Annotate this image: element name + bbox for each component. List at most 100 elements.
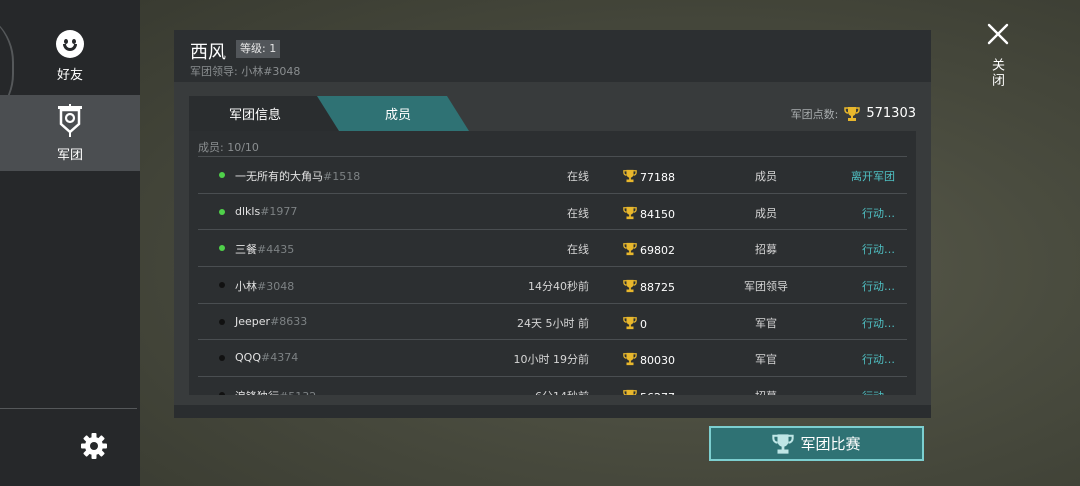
sidebar-item-friends[interactable]: 好友 (0, 18, 140, 94)
member-tag: #1977 (260, 204, 298, 218)
level-badge: 等级: 1 (236, 40, 281, 58)
member-role: 军官 (755, 316, 777, 330)
member-row[interactable]: 浪锋独行#5132 6分14秒前 56277 招募 行动… (198, 376, 907, 395)
member-name: dlkls#1977 (235, 204, 298, 218)
member-score: 77188 (623, 168, 675, 187)
member-score-value: 80030 (640, 354, 675, 368)
member-action-link[interactable]: 行动… (862, 351, 895, 367)
member-list-area[interactable]: 成员: 10/10 一无所有的大角马#1518 在线 77188 成员 离开军团 dlkl… (189, 131, 916, 395)
member-name: Jeeper#8633 (235, 314, 308, 328)
member-name: 三餐#4435 (235, 243, 295, 257)
online-status-dot (219, 208, 225, 215)
sidebar-item-label: 军团 (56, 147, 83, 163)
member-score-value: 77188 (640, 171, 675, 184)
trophy-icon (623, 315, 637, 334)
member-action-link[interactable]: 行动… (862, 315, 895, 331)
trophy-icon (623, 241, 637, 260)
member-role: 军官 (755, 353, 777, 367)
member-action-link[interactable]: 行动… (862, 278, 895, 294)
offline-status-dot (219, 282, 225, 289)
member-role: 军团领导 (744, 280, 788, 294)
member-tag: #4374 (260, 351, 299, 365)
member-score-value: 56277 (640, 391, 675, 395)
member-tag: #4435 (257, 243, 295, 257)
member-name: QQQ#4374 (235, 351, 299, 365)
member-tag: #8633 (270, 314, 308, 328)
sidebar-item-legion[interactable]: 军团 (0, 95, 140, 171)
member-last-seen: 24天 5小时 前 (517, 316, 589, 330)
smile-icon (56, 29, 84, 58)
legion-leader: 军团领导: 小林#3048 (190, 65, 301, 78)
legion-name: 西风 (190, 42, 226, 63)
offline-status-dot (219, 355, 225, 362)
member-last-seen: 在线 (567, 243, 589, 257)
legion-banner-icon (58, 103, 82, 137)
member-tag: #3048 (257, 280, 295, 294)
panel-bottom-bar (174, 405, 931, 418)
legion-contest-button[interactable]: 军团比赛 (709, 426, 924, 461)
close-icon[interactable] (986, 22, 1010, 46)
legion-panel: 西风 等级: 1 军团领导: 小林#3048 军团信息 成员 军团点数: 571… (174, 30, 931, 418)
member-row[interactable]: dlkls#1977 在线 84150 成员 行动… (198, 192, 907, 230)
member-score: 69802 (623, 241, 675, 260)
member-score-value: 84150 (640, 207, 675, 221)
legion-points-value: 571303 (866, 106, 916, 121)
member-score-value: 0 (640, 317, 647, 331)
legion-contest-label: 军团比赛 (800, 435, 861, 453)
member-score: 88725 (623, 278, 675, 297)
member-tag: #5132 (279, 390, 316, 395)
member-role: 招募 (728, 388, 804, 395)
member-score: 56277 (623, 388, 675, 395)
member-name: 浪锋独行#5132 (235, 388, 316, 395)
trophy-icon (623, 388, 637, 395)
online-status-dot (219, 245, 225, 252)
member-row[interactable]: Jeeper#8633 24天 5小时 前 0 军官 行动… (198, 302, 907, 340)
member-last-seen: 10小时 19分前 (513, 353, 590, 367)
tab-members[interactable]: 成员 (317, 96, 469, 131)
member-row[interactable]: 一无所有的大角马#1518 在线 77188 成员 离开军团 (198, 156, 907, 193)
member-action-link[interactable]: 离开军团 (851, 168, 895, 184)
trophy-icon (623, 168, 637, 187)
member-last-seen: 14分40秒前 (528, 280, 589, 294)
member-role: 成员 (755, 206, 777, 220)
member-score: 80030 (623, 351, 675, 370)
member-score-value: 69802 (640, 244, 675, 258)
member-name: 一无所有的大角马#1518 (235, 170, 361, 183)
trophy-icon (623, 278, 637, 297)
tab-bar: 军团信息 成员 军团点数: 571303 (189, 96, 916, 131)
offline-status-dot (219, 392, 225, 395)
legion-points: 军团点数: 571303 (791, 96, 916, 131)
member-action-link[interactable]: 行动… (862, 205, 895, 221)
member-role: 成员 (755, 170, 777, 183)
member-count: 成员: 10/10 (198, 141, 259, 154)
member-last-seen: 6分14秒前 (535, 388, 589, 395)
panel-header: 西风 等级: 1 军团领导: 小林#3048 (174, 30, 931, 82)
member-score: 0 (623, 315, 647, 334)
tab-legion-info[interactable]: 军团信息 (189, 96, 341, 131)
member-last-seen: 在线 (567, 206, 589, 220)
offline-status-dot (219, 318, 225, 325)
gear-icon[interactable] (80, 432, 108, 460)
close-label[interactable]: 关闭 (989, 58, 1006, 88)
member-row[interactable]: QQQ#4374 10小时 19分前 80030 军官 行动… (198, 339, 907, 376)
trophy-icon (772, 433, 795, 454)
legion-points-label: 军团点数: (790, 107, 839, 121)
member-score: 84150 (623, 205, 675, 224)
trophy-icon (623, 205, 637, 224)
member-role: 招募 (755, 243, 777, 257)
member-tag: #1518 (323, 170, 361, 183)
member-action-link[interactable]: 行动… (862, 241, 895, 257)
member-row[interactable]: 小林#3048 14分40秒前 88725 军团领导 行动… (198, 266, 907, 303)
member-score-value: 88725 (640, 281, 675, 295)
member-action-link[interactable]: 行动… (862, 388, 895, 395)
sidebar-divider (0, 408, 137, 409)
sidebar-item-label: 好友 (56, 67, 83, 83)
member-last-seen: 在线 (567, 170, 589, 183)
sidebar: 好友 军团 (0, 0, 140, 486)
member-list: 一无所有的大角马#1518 在线 77188 成员 离开军团 dlkls#1977 在线 84… (198, 156, 907, 395)
member-row[interactable]: 三餐#4435 在线 69802 招募 行动… (198, 229, 907, 266)
trophy-icon (844, 106, 861, 121)
online-status-dot (219, 172, 225, 178)
trophy-icon (623, 351, 637, 370)
member-name: 小林#3048 (235, 280, 295, 294)
